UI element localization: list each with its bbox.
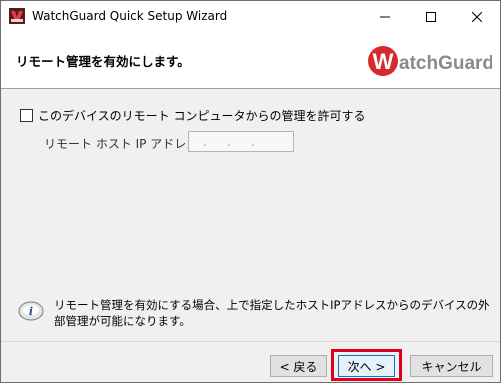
back-button[interactable]: < 戻る (270, 355, 327, 377)
close-icon (472, 11, 482, 22)
maximize-icon (426, 11, 436, 22)
window-title: WatchGuard Quick Setup Wizard (32, 9, 228, 23)
ip-dot: . (227, 135, 231, 149)
title-bar[interactable]: WatchGuard Quick Setup Wizard (1, 1, 500, 32)
svg-text:i: i (29, 305, 33, 318)
ip-dot: . (203, 135, 207, 149)
info-message: リモート管理を有効にする場合、上で指定したホストIPアドレスからのデバイスの外部… (54, 298, 490, 328)
next-button[interactable]: 次へ > (338, 355, 395, 377)
close-button[interactable] (454, 1, 500, 32)
footer-divider (1, 341, 500, 342)
remote-host-ip-label: リモート ホスト IP アドレス: (44, 137, 203, 151)
svg-text:atchGuard: atchGuard (399, 53, 492, 74)
watchguard-app-icon (9, 8, 25, 24)
minimize-button[interactable] (362, 1, 408, 32)
minimize-icon (380, 16, 390, 17)
remote-management-option[interactable]: このデバイスのリモート コンピュータからの管理を許可する (20, 107, 365, 124)
page-title: リモート管理を有効にします。 (16, 54, 190, 69)
watchguard-logo: W atchGuard (368, 46, 492, 76)
allow-remote-label[interactable]: このデバイスのリモート コンピュータからの管理を許可する (38, 107, 365, 124)
maximize-button[interactable] (408, 1, 454, 32)
remote-host-ip-field: . . . (188, 131, 294, 152)
cancel-button[interactable]: キャンセル (410, 355, 493, 377)
wizard-window: WatchGuard Quick Setup Wizard リモート管理を有効に… (0, 0, 501, 383)
ip-dot: . (251, 135, 255, 149)
wizard-header: リモート管理を有効にします。 W atchGuard (1, 32, 500, 89)
svg-text:W: W (373, 49, 394, 74)
info-icon: i (18, 301, 44, 321)
allow-remote-checkbox[interactable] (20, 109, 33, 122)
